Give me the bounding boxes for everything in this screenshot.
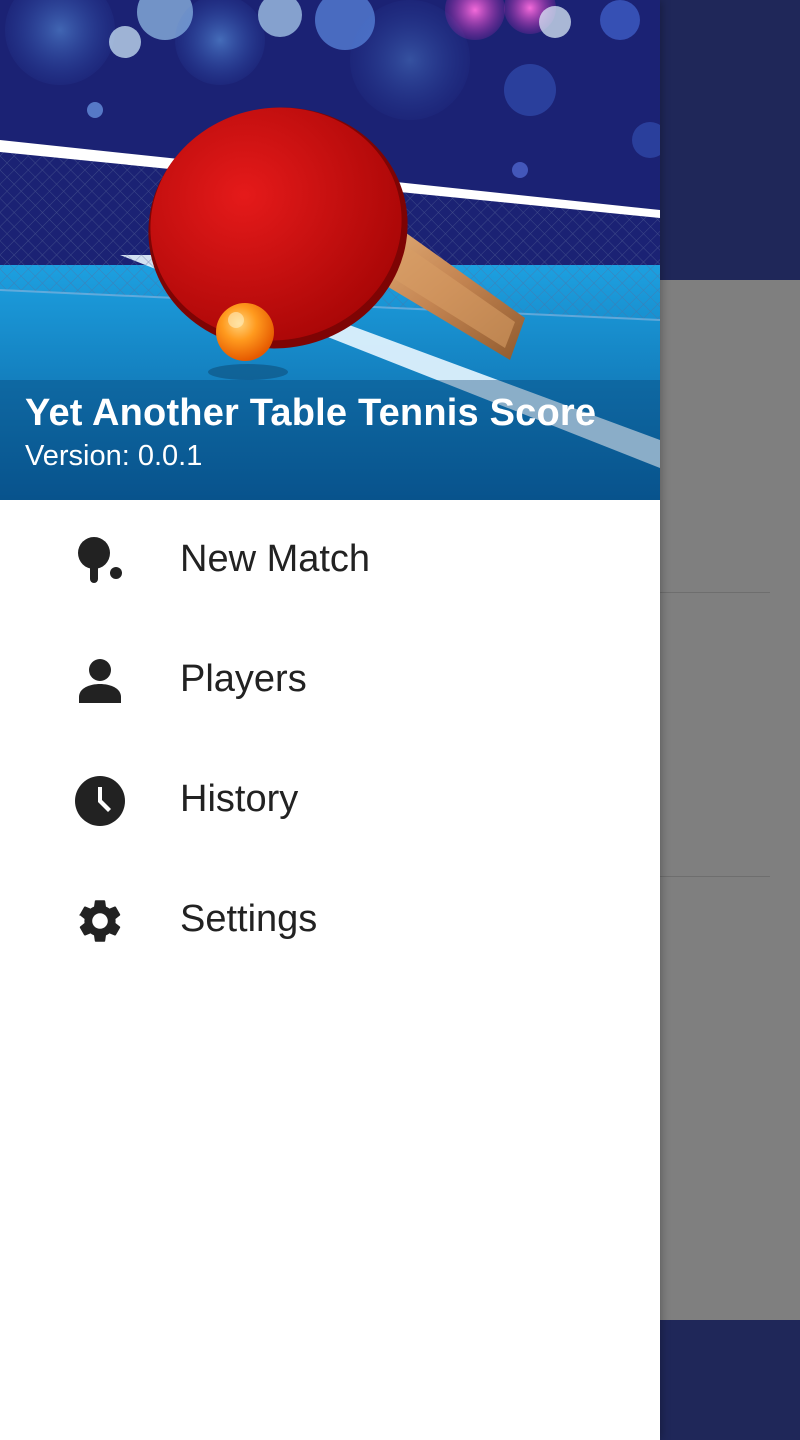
navigation-drawer: Yet Another Table Tennis Score Version: … [0, 0, 660, 1440]
gear-icon [74, 895, 126, 947]
drawer-item-settings[interactable]: Settings [0, 860, 660, 980]
background-divider [660, 876, 770, 877]
drawer-header: Yet Another Table Tennis Score Version: … [0, 0, 660, 500]
drawer-item-label: Players [180, 658, 307, 700]
app-title: Yet Another Table Tennis Score [25, 392, 597, 434]
app-version: Version: 0.0.1 [25, 440, 203, 472]
drawer-item-label: History [180, 778, 299, 820]
drawer-item-new-match[interactable]: New Match [0, 500, 660, 620]
drawer-item-label: Settings [180, 898, 318, 940]
drawer-menu: New Match Players History Settings [0, 500, 660, 980]
drawer-item-label: New Match [180, 538, 371, 580]
drawer-item-players[interactable]: Players [0, 620, 660, 740]
background-divider [660, 592, 770, 593]
clock-icon [74, 775, 126, 827]
paddle-ball-icon [74, 535, 126, 587]
drawer-item-history[interactable]: History [0, 740, 660, 860]
person-icon [74, 655, 126, 707]
